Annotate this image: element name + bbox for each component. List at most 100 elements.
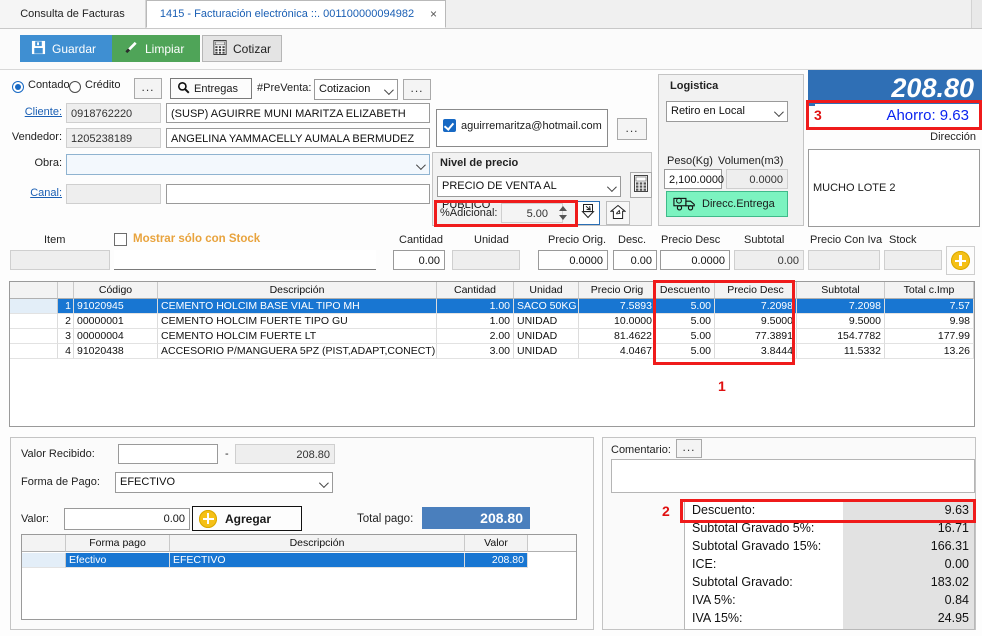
- canal-code-field[interactable]: [66, 184, 161, 204]
- grid-header-precio-orig[interactable]: Precio Orig: [579, 282, 656, 299]
- preventa-options-button[interactable]: ...: [403, 79, 431, 100]
- quote-button[interactable]: Cotizar: [202, 35, 282, 62]
- email-options-button[interactable]: ...: [617, 118, 647, 140]
- cell-precio-orig: 10.0000: [579, 314, 656, 329]
- payments-header-descripcion[interactable]: Descripción: [170, 535, 465, 552]
- comentario-textarea[interactable]: [611, 459, 975, 493]
- invoice-app-window: Consulta de Facturas 1415 - Facturación …: [0, 0, 982, 636]
- cell-subtotal: 9.5000: [797, 314, 885, 329]
- logistica-title: Logistica: [670, 80, 719, 92]
- entry-precio-orig-field[interactable]: 0.0000: [538, 250, 608, 270]
- payment-row-selector[interactable]: [22, 553, 66, 568]
- entry-precio-iva-field[interactable]: [808, 250, 880, 270]
- nivel-precio-select[interactable]: PRECIO DE VENTA AL PUBLICO: [437, 176, 621, 211]
- cell-descuento: 5.00: [656, 314, 715, 329]
- canal-label[interactable]: Canal:: [10, 187, 62, 199]
- entry-desc-field[interactable]: 0.00: [613, 250, 657, 270]
- adicional-value: 5.00: [526, 208, 548, 220]
- cell-precio-orig: 7.5893: [579, 299, 656, 314]
- vendedor-id-field[interactable]: 1205238189: [66, 128, 161, 148]
- forma-pago-select[interactable]: EFECTIVO: [115, 472, 333, 493]
- tab-strip-right-stub: [971, 0, 982, 28]
- volumen-field[interactable]: 0.0000: [726, 169, 788, 189]
- grid-header-codigo[interactable]: Código: [74, 282, 158, 299]
- radio-credito-label: Crédito: [85, 79, 121, 91]
- direccion-entrega-button[interactable]: Direcc.Entrega: [666, 191, 788, 217]
- total-label-iva-5: IVA 5%:: [692, 593, 736, 607]
- radio-contado[interactable]: [12, 81, 24, 93]
- grid-header-descripcion[interactable]: Descripción: [158, 282, 437, 299]
- cell-precio-orig: 4.0467: [579, 344, 656, 359]
- cliente-name-field[interactable]: (SUSP) AGUIRRE MUNI MARITZA ELIZABETH: [166, 103, 430, 123]
- peso-value: 2,100.0000: [669, 174, 725, 186]
- cell-codigo: 00000001: [74, 314, 158, 329]
- annotation-marker-2: 2: [662, 503, 670, 519]
- adicional-spinner[interactable]: [558, 203, 570, 223]
- tab-facturacion-electronica[interactable]: 1415 - Facturación electrónica ::. 00110…: [146, 0, 446, 28]
- email-checked-icon[interactable]: [443, 119, 456, 132]
- item-field[interactable]: [10, 250, 110, 270]
- cell-cantidad: 1.00: [437, 299, 514, 314]
- mostrar-stock-label: Mostrar sólo con Stock: [133, 233, 261, 245]
- payments-header-valor[interactable]: Valor: [465, 535, 528, 552]
- canal-name-field[interactable]: [166, 184, 430, 204]
- grid-header-total-imp[interactable]: Total c.Imp: [885, 282, 974, 299]
- total-label-subtotal-gravado: Subtotal Gravado:: [692, 575, 793, 589]
- cell-unidad: SACO 50KG: [514, 299, 579, 314]
- total-pago-label: Total pago:: [357, 513, 414, 525]
- adicional-label: %Adicional:: [440, 207, 498, 219]
- row-selector[interactable]: [10, 314, 58, 329]
- row-selector[interactable]: [10, 344, 58, 359]
- entry-precio-desc-field[interactable]: 0.0000: [660, 250, 730, 270]
- entry-stock-field[interactable]: [884, 250, 942, 270]
- grid-header-precio-desc[interactable]: Precio Desc: [715, 282, 797, 299]
- grid-header-unidad[interactable]: Unidad: [514, 282, 579, 299]
- grid-header-descuento[interactable]: Descuento: [656, 282, 715, 299]
- valor-recibido-dash: -: [225, 448, 229, 460]
- entry-subtotal-field[interactable]: 0.00: [734, 250, 804, 270]
- radio-credito[interactable]: [69, 81, 81, 93]
- cell-subtotal: 154.7782: [797, 329, 885, 344]
- close-icon[interactable]: ×: [430, 8, 437, 20]
- credito-options-button[interactable]: ...: [134, 78, 162, 99]
- grid-header-subtotal[interactable]: Subtotal: [797, 282, 885, 299]
- cliente-id-field[interactable]: 0918762220: [66, 103, 161, 123]
- apply-discount-button[interactable]: [576, 201, 600, 225]
- forma-pago-label: Forma de Pago:: [21, 476, 100, 488]
- tab-label: 1415 - Facturación electrónica ::. 00110…: [159, 8, 415, 20]
- row-selector[interactable]: [10, 299, 58, 314]
- valor-recibido-label: Valor Recibido:: [21, 448, 95, 460]
- cell-codigo: 00000004: [74, 329, 158, 344]
- payments-header-forma[interactable]: Forma pago: [66, 535, 170, 552]
- vendedor-name-value: ANGELINA YAMMACELLY AUMALA BERMUDEZ: [171, 133, 415, 145]
- home-price-button[interactable]: [606, 201, 630, 225]
- logistica-mode-select[interactable]: Retiro en Local: [666, 101, 788, 122]
- cell-precio-desc: 7.2098: [715, 299, 797, 314]
- descripcion-search-input[interactable]: [114, 250, 376, 270]
- clean-button[interactable]: Limpiar: [112, 35, 200, 62]
- preventa-select[interactable]: Cotizacion: [314, 79, 398, 100]
- entregas-button[interactable]: Entregas: [170, 78, 252, 99]
- entry-unidad-field[interactable]: [452, 250, 520, 270]
- grid-header-cantidad[interactable]: Cantidad: [437, 282, 514, 299]
- price-calculator-button[interactable]: [630, 172, 652, 198]
- cell-codigo: 91020945: [74, 299, 158, 314]
- total-value-subtotal-gravado-15: 166.31: [930, 539, 969, 553]
- save-button[interactable]: Guardar: [20, 35, 112, 62]
- obra-select[interactable]: [66, 154, 430, 175]
- valor-input[interactable]: 0.00: [64, 508, 190, 530]
- agregar-button[interactable]: Agregar: [192, 506, 302, 531]
- mostrar-stock-checkbox[interactable]: [114, 233, 127, 246]
- add-item-button[interactable]: [946, 246, 975, 275]
- peso-field[interactable]: 2,100.0000: [664, 169, 725, 189]
- adicional-field[interactable]: 5.00: [501, 203, 563, 223]
- tab-consulta-facturas[interactable]: Consulta de Facturas: [0, 0, 146, 28]
- vendedor-name-field[interactable]: ANGELINA YAMMACELLY AUMALA BERMUDEZ: [166, 128, 430, 148]
- cliente-label[interactable]: Cliente:: [10, 106, 62, 118]
- row-selector[interactable]: [10, 329, 58, 344]
- valor-recibido-input[interactable]: [118, 444, 218, 464]
- comentario-options-button[interactable]: ...: [676, 439, 702, 458]
- direccion-field[interactable]: MUCHO LOTE 2: [808, 149, 980, 227]
- entry-cantidad-field[interactable]: 0.00: [393, 250, 445, 270]
- email-field[interactable]: aguirremaritza@hotmail.com: [436, 109, 608, 147]
